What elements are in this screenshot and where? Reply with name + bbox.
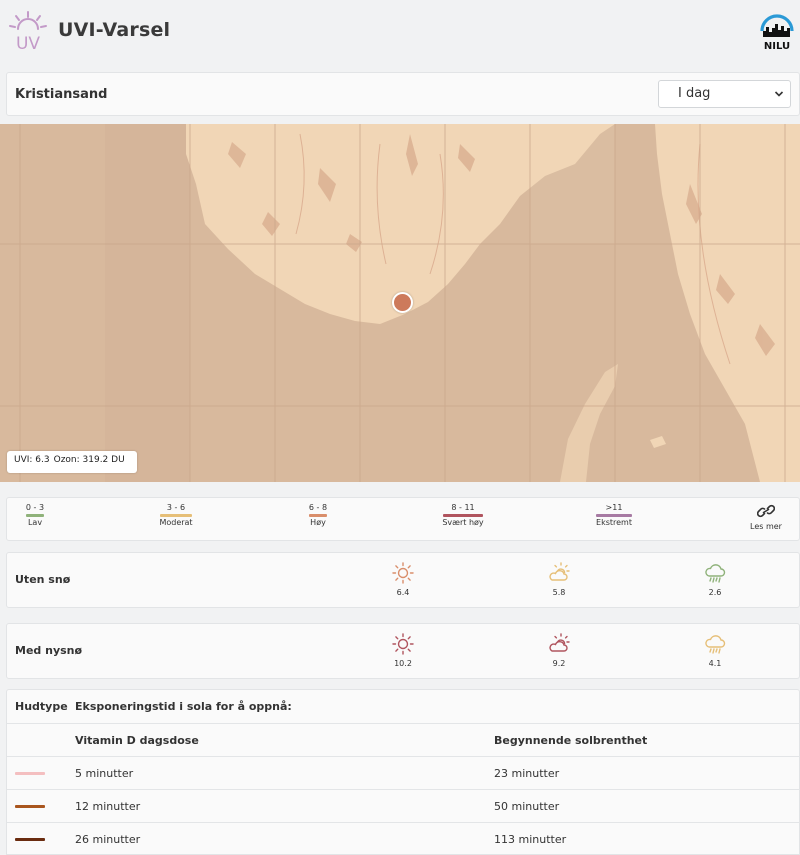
day-select-value: I dag	[678, 86, 711, 101]
map-info-box: UVI: 6.3 Ozon: 319.2 DU	[7, 451, 137, 473]
vitamin-d-time: 12 minutter	[75, 800, 141, 813]
app-title: UVI-Varsel	[58, 19, 171, 41]
partly-cloudy-icon	[549, 633, 570, 652]
vitamin-d-time: 26 minutter	[75, 833, 141, 846]
legend-label: Høy	[310, 518, 326, 527]
table-row: 5 minutter 23 minutter	[7, 756, 800, 789]
exposure-header: Eksponeringstid i sola for å oppnå:	[75, 700, 292, 713]
uvi-value: UVI: 6.3	[14, 455, 50, 465]
uv-value: 6.4	[396, 588, 410, 597]
uv-value: 9.2	[552, 659, 566, 668]
read-more-link[interactable]: Les mer	[748, 504, 784, 531]
forecast-row-fresh-snow: Med nysnø 10.2 9.2 4.1	[6, 623, 800, 679]
read-more-label: Les mer	[750, 522, 782, 531]
legend-color-bar	[309, 514, 327, 517]
legend-color-bar	[443, 514, 483, 517]
rain-cloud-icon	[705, 564, 726, 583]
forecast-cell[interactable]: 5.8	[539, 561, 579, 597]
legend-range: 0 - 3	[25, 503, 45, 512]
legend-range: 3 - 6	[166, 503, 186, 512]
forecast-cell[interactable]: 10.2	[383, 632, 423, 668]
uv-value: 5.8	[552, 588, 566, 597]
app-header: UV UVI-Varsel NILU	[0, 0, 800, 64]
location-name[interactable]: Kristiansand	[15, 87, 107, 102]
partly-cloudy-icon	[549, 562, 570, 581]
legend-item-moderate: 3 - 6 Moderat	[153, 503, 199, 527]
uv-value: 4.1	[708, 659, 722, 668]
uv-value: 2.6	[708, 588, 722, 597]
sun-icon	[392, 633, 414, 655]
legend-range: 8 - 11	[451, 503, 475, 512]
uv-logo: UV	[9, 11, 47, 52]
legend-item-very-high: 8 - 11 Svært høy	[433, 503, 493, 527]
nilu-logo[interactable]: NILU	[758, 10, 796, 52]
location-marker[interactable]	[392, 292, 413, 313]
sunburn-header: Begynnende solbrenthet	[494, 734, 648, 747]
uv-legend: 0 - 3 Lav 3 - 6 Moderat 6 - 8 Høy 8 - 11…	[6, 497, 800, 541]
legend-label: Moderat	[159, 518, 193, 527]
rain-cloud-icon	[705, 635, 726, 654]
skin-type-indicator	[15, 805, 45, 808]
legend-label: Lav	[27, 518, 43, 527]
uv-value: 10.2	[394, 659, 412, 668]
legend-color-bar	[596, 514, 632, 517]
legend-range: 6 - 8	[308, 503, 328, 512]
forecast-row-label: Med nysnø	[15, 644, 83, 657]
skin-type-indicator	[15, 838, 45, 841]
svg-text:UV: UV	[16, 34, 40, 52]
vitamin-d-header: Vitamin D dagsdose	[75, 734, 199, 747]
vitamin-d-time: 5 minutter	[75, 767, 134, 780]
legend-item-extreme: >11 Ekstremt	[589, 503, 639, 527]
forecast-cell[interactable]: 2.6	[695, 561, 735, 597]
day-select[interactable]: I dag	[658, 80, 791, 108]
legend-item-low: 0 - 3 Lav	[12, 503, 58, 527]
table-row: 12 minutter 50 minutter	[7, 789, 800, 822]
forecast-row-no-snow: Uten snø 6.4 5.8 2.6	[6, 552, 800, 608]
link-icon	[757, 504, 775, 518]
sunburn-time: 50 minutter	[494, 800, 560, 813]
legend-item-high: 6 - 8 Høy	[295, 503, 341, 527]
skin-type-header: Hudtype	[15, 700, 68, 713]
legend-color-bar	[26, 514, 44, 517]
location-bar: Kristiansand I dag	[6, 72, 800, 116]
table-row: 26 minutter 113 minutter	[7, 822, 800, 855]
svg-text:NILU: NILU	[764, 41, 790, 52]
skin-type-indicator	[15, 772, 45, 775]
uv-map[interactable]	[0, 124, 800, 482]
table-header-row: Hudtype Eksponeringstid i sola for å opp…	[7, 690, 800, 723]
legend-label: Ekstremt	[596, 518, 632, 527]
ozone-value: Ozon: 319.2 DU	[53, 455, 125, 465]
legend-color-bar	[160, 514, 192, 517]
sunburn-time: 23 minutter	[494, 767, 560, 780]
legend-range: >11	[605, 503, 623, 512]
forecast-cell[interactable]: 9.2	[539, 632, 579, 668]
forecast-row-label: Uten snø	[15, 573, 71, 586]
forecast-cell[interactable]: 4.1	[695, 632, 735, 668]
legend-label: Svært høy	[442, 518, 484, 527]
forecast-cell[interactable]: 6.4	[383, 561, 423, 597]
sun-icon	[392, 562, 414, 584]
chevron-down-icon	[774, 91, 784, 97]
exposure-table: Hudtype Eksponeringstid i sola for å opp…	[6, 689, 800, 855]
sunburn-time: 113 minutter	[494, 833, 567, 846]
table-subheader-row: Vitamin D dagsdose Begynnende solbrenthe…	[7, 723, 800, 756]
